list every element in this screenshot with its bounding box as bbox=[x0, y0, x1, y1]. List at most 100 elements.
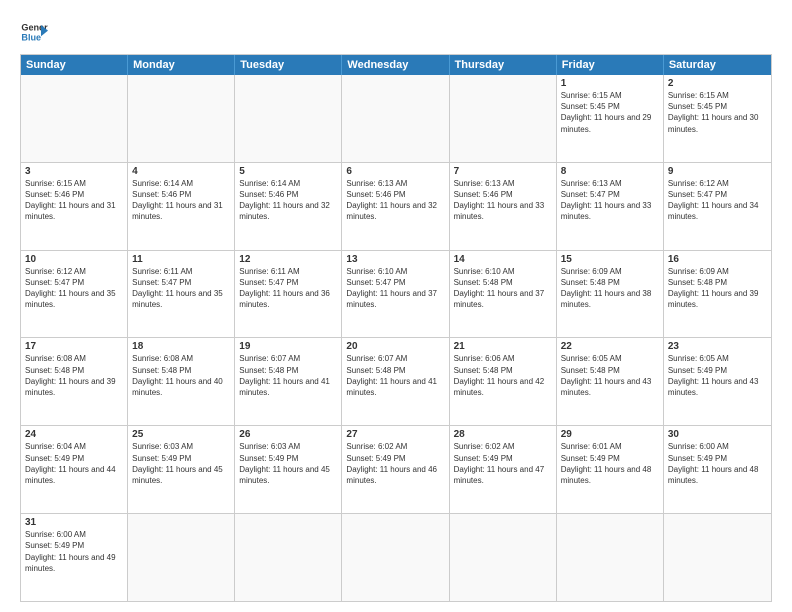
cal-cell: 13Sunrise: 6:10 AM Sunset: 5:47 PM Dayli… bbox=[342, 251, 449, 338]
cal-cell: 24Sunrise: 6:04 AM Sunset: 5:49 PM Dayli… bbox=[21, 426, 128, 513]
day-number: 4 bbox=[132, 166, 230, 177]
cell-info: Sunrise: 6:02 AM Sunset: 5:49 PM Dayligh… bbox=[346, 441, 444, 486]
cal-cell bbox=[235, 75, 342, 162]
cal-cell: 16Sunrise: 6:09 AM Sunset: 5:48 PM Dayli… bbox=[664, 251, 771, 338]
cal-cell: 6Sunrise: 6:13 AM Sunset: 5:46 PM Daylig… bbox=[342, 163, 449, 250]
cal-cell: 21Sunrise: 6:06 AM Sunset: 5:48 PM Dayli… bbox=[450, 338, 557, 425]
logo-icon: General Blue bbox=[20, 18, 48, 46]
cell-info: Sunrise: 6:15 AM Sunset: 5:46 PM Dayligh… bbox=[25, 178, 123, 223]
day-number: 6 bbox=[346, 166, 444, 177]
cell-info: Sunrise: 6:11 AM Sunset: 5:47 PM Dayligh… bbox=[132, 266, 230, 311]
cell-info: Sunrise: 6:05 AM Sunset: 5:49 PM Dayligh… bbox=[668, 353, 767, 398]
cal-cell: 3Sunrise: 6:15 AM Sunset: 5:46 PM Daylig… bbox=[21, 163, 128, 250]
cal-cell bbox=[21, 75, 128, 162]
day-number: 21 bbox=[454, 341, 552, 352]
cell-info: Sunrise: 6:03 AM Sunset: 5:49 PM Dayligh… bbox=[239, 441, 337, 486]
cal-cell: 12Sunrise: 6:11 AM Sunset: 5:47 PM Dayli… bbox=[235, 251, 342, 338]
cell-info: Sunrise: 6:11 AM Sunset: 5:47 PM Dayligh… bbox=[239, 266, 337, 311]
calendar-header-row: SundayMondayTuesdayWednesdayThursdayFrid… bbox=[21, 55, 771, 75]
day-number: 10 bbox=[25, 254, 123, 265]
day-number: 29 bbox=[561, 429, 659, 440]
page: General Blue SundayMondayTuesdayWednesda… bbox=[0, 0, 792, 612]
cal-cell: 29Sunrise: 6:01 AM Sunset: 5:49 PM Dayli… bbox=[557, 426, 664, 513]
cal-cell: 2Sunrise: 6:15 AM Sunset: 5:45 PM Daylig… bbox=[664, 75, 771, 162]
cal-cell: 9Sunrise: 6:12 AM Sunset: 5:47 PM Daylig… bbox=[664, 163, 771, 250]
cal-cell: 26Sunrise: 6:03 AM Sunset: 5:49 PM Dayli… bbox=[235, 426, 342, 513]
cell-info: Sunrise: 6:08 AM Sunset: 5:48 PM Dayligh… bbox=[132, 353, 230, 398]
cell-info: Sunrise: 6:07 AM Sunset: 5:48 PM Dayligh… bbox=[346, 353, 444, 398]
day-number: 2 bbox=[668, 78, 767, 89]
cal-week-0: 1Sunrise: 6:15 AM Sunset: 5:45 PM Daylig… bbox=[21, 75, 771, 163]
day-number: 7 bbox=[454, 166, 552, 177]
cal-cell bbox=[342, 75, 449, 162]
cell-info: Sunrise: 6:06 AM Sunset: 5:48 PM Dayligh… bbox=[454, 353, 552, 398]
cell-info: Sunrise: 6:00 AM Sunset: 5:49 PM Dayligh… bbox=[25, 529, 123, 574]
cal-cell: 23Sunrise: 6:05 AM Sunset: 5:49 PM Dayli… bbox=[664, 338, 771, 425]
cal-cell: 30Sunrise: 6:00 AM Sunset: 5:49 PM Dayli… bbox=[664, 426, 771, 513]
day-number: 14 bbox=[454, 254, 552, 265]
day-number: 9 bbox=[668, 166, 767, 177]
cal-header-thursday: Thursday bbox=[450, 55, 557, 75]
calendar-body: 1Sunrise: 6:15 AM Sunset: 5:45 PM Daylig… bbox=[21, 75, 771, 601]
day-number: 5 bbox=[239, 166, 337, 177]
cell-info: Sunrise: 6:14 AM Sunset: 5:46 PM Dayligh… bbox=[132, 178, 230, 223]
cell-info: Sunrise: 6:01 AM Sunset: 5:49 PM Dayligh… bbox=[561, 441, 659, 486]
day-number: 27 bbox=[346, 429, 444, 440]
cal-week-4: 24Sunrise: 6:04 AM Sunset: 5:49 PM Dayli… bbox=[21, 426, 771, 514]
cell-info: Sunrise: 6:00 AM Sunset: 5:49 PM Dayligh… bbox=[668, 441, 767, 486]
day-number: 28 bbox=[454, 429, 552, 440]
cal-cell bbox=[128, 514, 235, 601]
cal-header-sunday: Sunday bbox=[21, 55, 128, 75]
day-number: 24 bbox=[25, 429, 123, 440]
day-number: 26 bbox=[239, 429, 337, 440]
cal-cell: 4Sunrise: 6:14 AM Sunset: 5:46 PM Daylig… bbox=[128, 163, 235, 250]
logo: General Blue bbox=[20, 18, 48, 46]
cal-cell: 27Sunrise: 6:02 AM Sunset: 5:49 PM Dayli… bbox=[342, 426, 449, 513]
cell-info: Sunrise: 6:13 AM Sunset: 5:47 PM Dayligh… bbox=[561, 178, 659, 223]
day-number: 22 bbox=[561, 341, 659, 352]
day-number: 31 bbox=[25, 517, 123, 528]
cal-cell: 11Sunrise: 6:11 AM Sunset: 5:47 PM Dayli… bbox=[128, 251, 235, 338]
day-number: 19 bbox=[239, 341, 337, 352]
calendar: SundayMondayTuesdayWednesdayThursdayFrid… bbox=[20, 54, 772, 602]
cal-cell bbox=[342, 514, 449, 601]
cal-cell: 18Sunrise: 6:08 AM Sunset: 5:48 PM Dayli… bbox=[128, 338, 235, 425]
cell-info: Sunrise: 6:02 AM Sunset: 5:49 PM Dayligh… bbox=[454, 441, 552, 486]
day-number: 1 bbox=[561, 78, 659, 89]
cell-info: Sunrise: 6:07 AM Sunset: 5:48 PM Dayligh… bbox=[239, 353, 337, 398]
cal-cell: 19Sunrise: 6:07 AM Sunset: 5:48 PM Dayli… bbox=[235, 338, 342, 425]
cal-cell bbox=[664, 514, 771, 601]
day-number: 25 bbox=[132, 429, 230, 440]
cell-info: Sunrise: 6:13 AM Sunset: 5:46 PM Dayligh… bbox=[454, 178, 552, 223]
cell-info: Sunrise: 6:09 AM Sunset: 5:48 PM Dayligh… bbox=[561, 266, 659, 311]
cal-cell: 15Sunrise: 6:09 AM Sunset: 5:48 PM Dayli… bbox=[557, 251, 664, 338]
day-number: 17 bbox=[25, 341, 123, 352]
cal-cell: 7Sunrise: 6:13 AM Sunset: 5:46 PM Daylig… bbox=[450, 163, 557, 250]
cal-week-2: 10Sunrise: 6:12 AM Sunset: 5:47 PM Dayli… bbox=[21, 251, 771, 339]
cell-info: Sunrise: 6:05 AM Sunset: 5:48 PM Dayligh… bbox=[561, 353, 659, 398]
day-number: 20 bbox=[346, 341, 444, 352]
day-number: 15 bbox=[561, 254, 659, 265]
day-number: 30 bbox=[668, 429, 767, 440]
cal-cell bbox=[235, 514, 342, 601]
cell-info: Sunrise: 6:08 AM Sunset: 5:48 PM Dayligh… bbox=[25, 353, 123, 398]
day-number: 8 bbox=[561, 166, 659, 177]
cal-cell: 10Sunrise: 6:12 AM Sunset: 5:47 PM Dayli… bbox=[21, 251, 128, 338]
cell-info: Sunrise: 6:10 AM Sunset: 5:48 PM Dayligh… bbox=[454, 266, 552, 311]
day-number: 16 bbox=[668, 254, 767, 265]
cal-cell bbox=[450, 75, 557, 162]
cell-info: Sunrise: 6:12 AM Sunset: 5:47 PM Dayligh… bbox=[25, 266, 123, 311]
cal-cell: 25Sunrise: 6:03 AM Sunset: 5:49 PM Dayli… bbox=[128, 426, 235, 513]
cal-cell bbox=[557, 514, 664, 601]
cal-cell: 5Sunrise: 6:14 AM Sunset: 5:46 PM Daylig… bbox=[235, 163, 342, 250]
cell-info: Sunrise: 6:13 AM Sunset: 5:46 PM Dayligh… bbox=[346, 178, 444, 223]
svg-text:Blue: Blue bbox=[21, 32, 41, 42]
cell-info: Sunrise: 6:10 AM Sunset: 5:47 PM Dayligh… bbox=[346, 266, 444, 311]
cal-cell: 22Sunrise: 6:05 AM Sunset: 5:48 PM Dayli… bbox=[557, 338, 664, 425]
cal-header-tuesday: Tuesday bbox=[235, 55, 342, 75]
cal-header-wednesday: Wednesday bbox=[342, 55, 449, 75]
cal-week-3: 17Sunrise: 6:08 AM Sunset: 5:48 PM Dayli… bbox=[21, 338, 771, 426]
cal-cell: 28Sunrise: 6:02 AM Sunset: 5:49 PM Dayli… bbox=[450, 426, 557, 513]
cell-info: Sunrise: 6:15 AM Sunset: 5:45 PM Dayligh… bbox=[561, 90, 659, 135]
cell-info: Sunrise: 6:03 AM Sunset: 5:49 PM Dayligh… bbox=[132, 441, 230, 486]
